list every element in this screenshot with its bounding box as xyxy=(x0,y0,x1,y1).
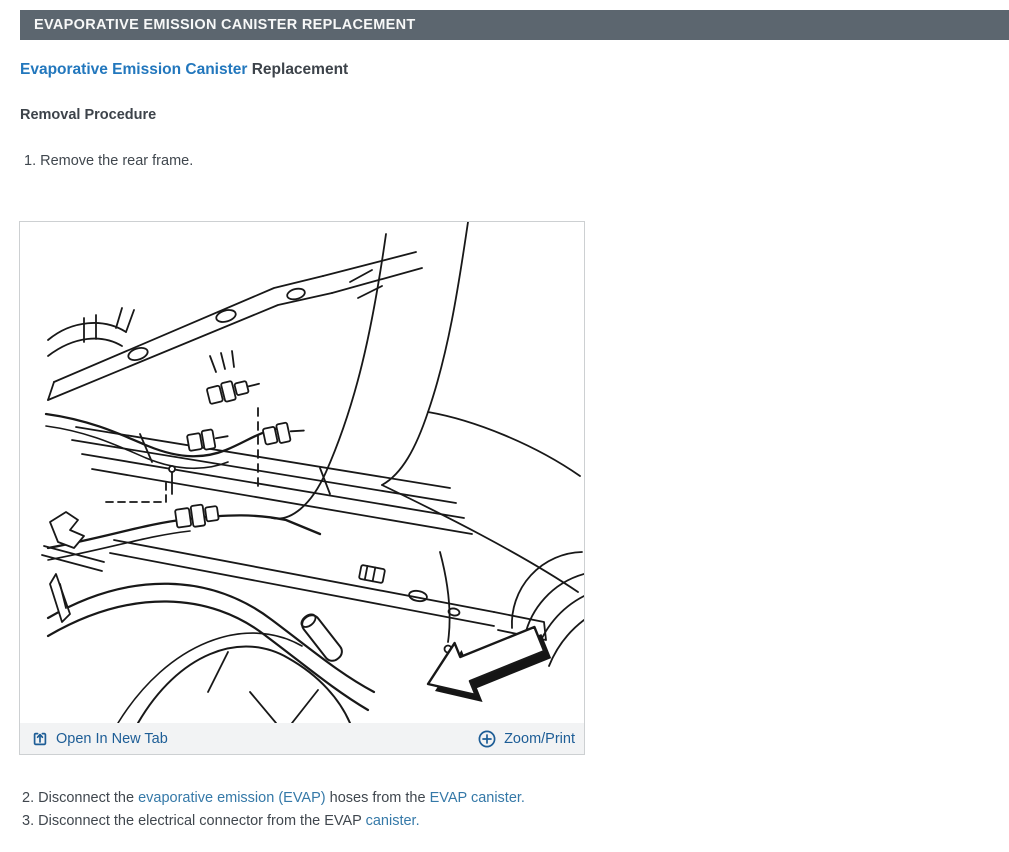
illustration-panel: Open In New Tab Zoom/Print xyxy=(19,221,585,755)
step-1: 1. Remove the rear frame. xyxy=(24,153,193,169)
open-in-new-tab-link[interactable]: Open In New Tab xyxy=(31,730,168,748)
page-title-rest: Replacement xyxy=(247,61,349,78)
evaporative-emission-link[interactable]: evaporative emission xyxy=(138,790,274,806)
step-1-number: 1. xyxy=(24,153,41,169)
open-in-new-tab-icon xyxy=(33,732,47,745)
open-in-new-tab-label: Open In New Tab xyxy=(56,730,168,747)
page-title: Evaporative Emission Canister Replacemen… xyxy=(20,61,348,79)
zoom-print-label: Zoom/Print xyxy=(504,730,575,747)
evap-abbrev-link[interactable]: (EVAP) xyxy=(278,790,325,806)
step-3: 3. Disconnect the electrical connector f… xyxy=(22,813,420,829)
circle-plus-icon xyxy=(478,730,496,747)
section-header-bar: EVAPORATIVE EMISSION CANISTER REPLACEMEN… xyxy=(20,10,1009,40)
step-3-text-1: Disconnect the electrical connector from… xyxy=(38,813,366,829)
figure-toolbar: Open In New Tab Zoom/Print xyxy=(20,723,584,754)
step-2-text-1: Disconnect the xyxy=(38,790,139,806)
canister-link[interactable]: canister. xyxy=(366,813,420,829)
removal-procedure-heading: Removal Procedure xyxy=(20,107,157,123)
step-1-text: Remove the rear frame. xyxy=(40,153,194,169)
evap-canister-link[interactable]: EVAP canister. xyxy=(430,790,525,806)
step-3-number: 3. xyxy=(22,813,39,829)
underbody-diagram xyxy=(20,222,584,723)
section-header-title: EVAPORATIVE EMISSION CANISTER REPLACEMEN… xyxy=(34,17,416,33)
canister-title-link[interactable]: Evaporative Emission Canister xyxy=(20,61,247,78)
step-2: 2. Disconnect the evaporative emission (… xyxy=(22,790,525,806)
underbody-diagram-drawing xyxy=(41,222,584,723)
step-2-text-3: hoses from the xyxy=(325,790,430,806)
zoom-print-link[interactable]: Zoom/Print xyxy=(477,729,575,749)
step-2-number: 2. xyxy=(22,790,39,806)
